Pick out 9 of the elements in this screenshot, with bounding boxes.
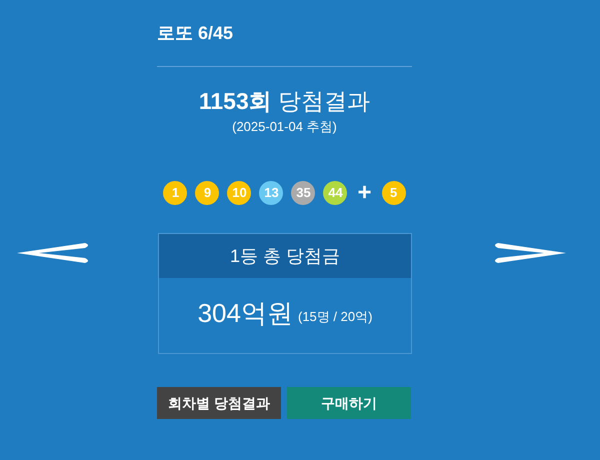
draw-heading: 1153회 당첨결과 [198,87,370,116]
prize-amount: 304억원 [198,297,293,330]
plus-sign: + [357,181,372,205]
page-title: 로또 6/45 [157,22,234,45]
prize-title: 1등 총 당첨금 [159,234,411,278]
draw-date: (2025-01-04 추첨) [232,118,337,136]
buy-button[interactable]: 구매하기 [287,387,411,419]
results-button[interactable]: 회차별 당첨결과 [157,387,281,419]
prize-detail: (15명 / 20억) [298,308,372,326]
